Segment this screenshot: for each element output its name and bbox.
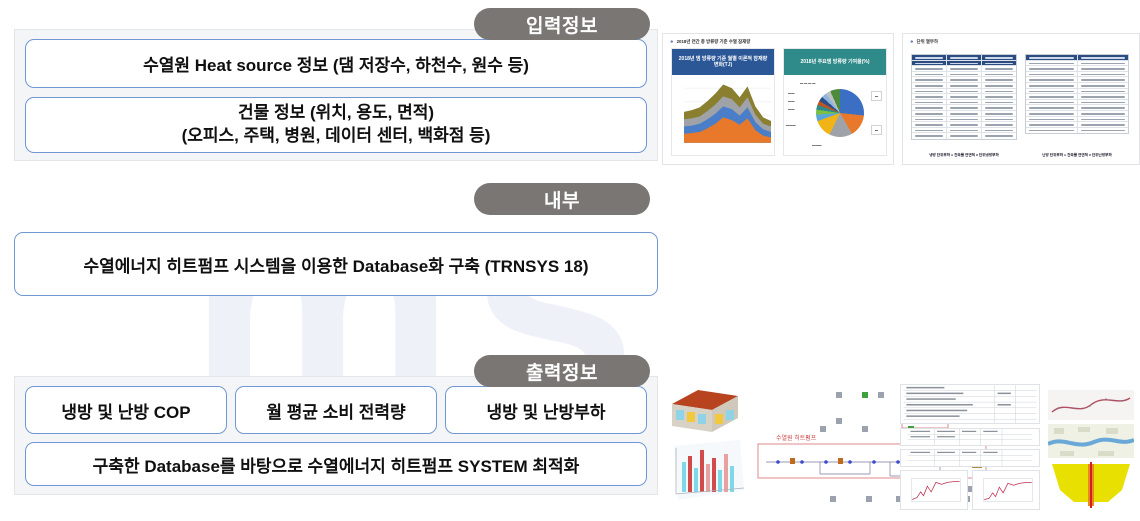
diagram-root: m s 입력정보 수열원 Heat source 정보 (댐 저장수, 하천수,… <box>0 0 1140 521</box>
input-box-building-line2: (오피스, 주택, 병원, 데이터 센터, 백화점 등) <box>181 126 491 145</box>
pie-legend-row: ▬ ▬ ▬ ▬ <box>800 81 816 85</box>
output-box-cop[interactable]: 냉방 및 난방 COP <box>25 386 227 434</box>
unit-load-table-right[interactable] <box>1025 54 1129 135</box>
section-internal: 내부 수열에너지 히트펌프 시스템을 이용한 Database화 구축 (TRN… <box>0 175 1140 510</box>
doc-spec-table <box>900 384 1040 424</box>
output-box-optimization[interactable]: 구축한 Database를 바탕으로 수열에너지 히트펌프 SYSTEM 최적화 <box>25 442 647 486</box>
section-label-output: 출력정보 <box>474 355 650 387</box>
internal-thumbnails: 수열원 히트펌프 건물부하 데이터 <box>662 380 1140 515</box>
section-input: 입력정보 수열원 Heat source 정보 (댐 저장수, 하천수, 원수 … <box>0 0 1140 175</box>
table-right-footer: 난방 단위부하 = 건축물 연면적 x 단위난방부하 <box>1042 153 1112 157</box>
river-profile-map[interactable] <box>1048 390 1134 420</box>
doc-mini-chart-right <box>972 470 1040 510</box>
doc-mini-chart-left <box>900 470 968 510</box>
pie-label-3: ▬▬ <box>788 107 795 111</box>
pie-chart-title: 2018년 주요댐 방류량 기여율(%) <box>784 49 886 75</box>
output-panel: 냉방 및 난방 COP 월 평균 소비 전력량 냉방 및 난방부하 구축한 Da… <box>14 376 658 495</box>
site-maps <box>1048 390 1134 508</box>
area-chart-title: 2018년 댐 방류량 기준 월별 이론적 잠재량 변화(TJ) <box>672 49 774 75</box>
doc-table-b-svg <box>907 450 1033 466</box>
input-box-building-info[interactable]: 건물 정보 (위치, 용도, 면적) (오피스, 주택, 병원, 데이터 센터,… <box>25 97 647 153</box>
pie-callout-bottom: ▬ <box>871 125 882 135</box>
output-metrics-row: 냉방 및 난방 COP 월 평균 소비 전력량 냉방 및 난방부하 <box>25 386 647 434</box>
doc-table-a-svg <box>907 429 1033 445</box>
pie-callout-top: ▬ <box>871 91 882 101</box>
pie-chart-plot: ▬▬ ▬▬ ▬▬ ▬▬▬ ▬▬▬ ▬ ▬ ▬ ▬ ▬ ▬ <box>784 75 886 153</box>
area-chart-svg <box>684 84 771 144</box>
dam-cross-section[interactable] <box>1048 462 1134 508</box>
input-panel: 수열원 Heat source 정보 (댐 저장수, 하천수, 원수 등) 건물… <box>14 29 658 161</box>
building-3d-model[interactable] <box>668 386 742 438</box>
doc-mini-chart-right-svg <box>973 471 1039 509</box>
doc-spec-table-svg <box>903 385 1037 423</box>
area-chart-plot <box>672 75 774 153</box>
output-box-power[interactable]: 월 평균 소비 전력량 <box>235 386 437 434</box>
slide-b-heading: 단위 열부하 <box>903 34 1139 48</box>
river-satellite-map[interactable] <box>1048 424 1134 458</box>
doc-table-b <box>900 449 1040 467</box>
input-box-heat-source[interactable]: 수열원 Heat source 정보 (댐 저장수, 하천수, 원수 등) <box>25 39 647 88</box>
table-row <box>1026 127 1128 134</box>
section-label-input: 입력정보 <box>474 8 650 40</box>
doc-mini-chart-left-svg <box>901 471 967 509</box>
slide-potential-charts[interactable]: 2018년 연간 총 방류량 기준 수열 잠재량 2018년 댐 방류량 기준 … <box>662 33 894 165</box>
pie-label-2: ▬▬ <box>788 99 795 103</box>
pie-chart-circle <box>816 89 864 137</box>
internal-box-database[interactable]: 수열에너지 히트펌프 시스템을 이용한 Database화 구축 (TRNSYS… <box>14 232 658 296</box>
section-label-internal: 내부 <box>474 183 650 215</box>
pie-label-1: ▬▬ <box>788 91 795 95</box>
load-3d-bar-chart[interactable] <box>664 436 750 508</box>
pie-label-5: ▬▬▬ <box>812 143 822 147</box>
report-documents[interactable] <box>900 384 1040 512</box>
slide-a-heading: 2018년 연간 총 방류량 기준 수열 잠재량 <box>663 34 893 48</box>
trnsys-label-system: 수열원 히트펌프 <box>776 434 817 442</box>
table-left-footer: 냉방 단위부하 = 건축물 연면적 x 단위냉방부하 <box>929 153 999 157</box>
pie-label-4: ▬▬▬ <box>786 123 796 127</box>
output-box-load[interactable]: 냉방 및 난방부하 <box>445 386 647 434</box>
doc-table-a <box>900 428 1040 446</box>
slide-unit-load-tables[interactable]: 단위 열부하 <box>902 33 1140 165</box>
input-box-building-line1: 건물 정보 (위치, 용도, 면적) <box>237 103 435 123</box>
table-row-total <box>912 133 1016 139</box>
input-thumbnails: 2018년 연간 총 방류량 기준 수열 잠재량 2018년 댐 방류량 기준 … <box>662 33 1140 168</box>
pie-chart-card[interactable]: 2018년 주요댐 방류량 기여율(%) ▬▬ ▬▬ ▬▬ ▬▬▬ ▬▬▬ ▬ … <box>783 48 887 156</box>
area-chart-card[interactable]: 2018년 댐 방류량 기준 월별 이론적 잠재량 변화(TJ) <box>671 48 775 156</box>
unit-load-table-left[interactable] <box>911 54 1017 140</box>
